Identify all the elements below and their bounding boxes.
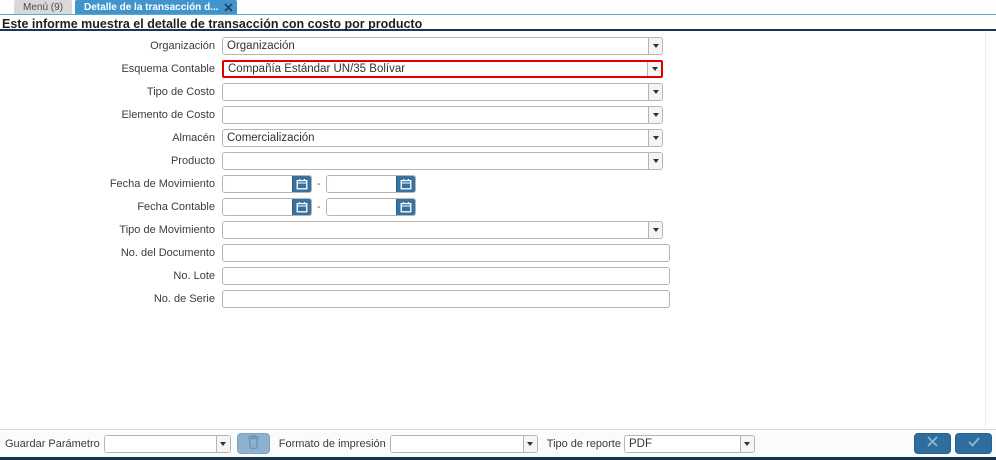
elemento-de-costo-input[interactable] [223, 107, 648, 123]
field-label: Tipo de Movimiento [119, 224, 215, 236]
footer-bar: Guardar Parámetro Formato de impresión T… [0, 429, 996, 460]
report-type-combobox [623, 434, 755, 453]
save-parameter-combobox [103, 434, 231, 453]
print-format-input[interactable] [390, 435, 523, 452]
chevron-down-icon[interactable] [739, 435, 754, 452]
producto-input[interactable] [223, 153, 648, 169]
cancel-button[interactable] [914, 433, 951, 454]
chevron-down-icon[interactable] [647, 62, 661, 76]
field-row-no-lote: No. Lote [0, 267, 996, 285]
fecha-contable-from [222, 198, 312, 216]
esquema-contable-input[interactable] [224, 62, 647, 76]
panel-edge-divider [985, 31, 986, 429]
tab-menu-label: Menú (9) [23, 2, 64, 13]
esquema-contable-combobox [222, 60, 663, 78]
fecha-movimiento-from-input[interactable] [223, 176, 292, 192]
field-row-no-de-serie: No. de Serie [0, 290, 996, 308]
almacen-combobox [222, 129, 663, 147]
producto-combobox [222, 152, 663, 170]
field-label: Almacén [172, 132, 215, 144]
field-row-tipo-de-costo: Tipo de Costo [0, 83, 996, 101]
field-row-esquema-contable: Esquema Contable [0, 60, 996, 78]
fecha-movimiento-range: - [222, 175, 416, 193]
tipo-de-movimiento-combobox [222, 221, 663, 239]
organizacion-input[interactable] [223, 38, 648, 54]
print-format-combobox [389, 434, 538, 453]
tab-menu[interactable]: Menú (9) [14, 0, 73, 14]
chevron-down-icon[interactable] [648, 84, 662, 100]
chevron-down-icon[interactable] [522, 435, 537, 452]
chevron-down-icon[interactable] [648, 153, 662, 169]
field-row-no-del-documento: No. del Documento [0, 244, 996, 262]
fecha-movimiento-from [222, 175, 312, 193]
calendar-icon[interactable] [395, 199, 415, 215]
chevron-down-icon[interactable] [648, 38, 662, 54]
field-label: Esquema Contable [121, 63, 215, 75]
field-label: No. del Documento [120, 247, 215, 259]
tab-transaction-detail-label: Detalle de la transacción d... [84, 2, 219, 13]
field-row-fecha-de-movimiento: Fecha de Movimiento - [0, 175, 996, 193]
delete-parameter-button[interactable] [236, 433, 270, 454]
calendar-icon[interactable] [292, 199, 311, 215]
fecha-contable-from-input[interactable] [223, 199, 292, 215]
report-type-label: Tipo de reporte [546, 437, 621, 450]
calendar-icon[interactable] [395, 176, 415, 192]
fecha-contable-range: - [222, 198, 416, 216]
chevron-down-icon[interactable] [215, 435, 230, 452]
almacen-input[interactable] [223, 130, 648, 146]
page-description: Este informe muestra el detalle de trans… [2, 17, 423, 31]
field-label: No. Lote [173, 270, 215, 282]
calendar-icon[interactable] [292, 176, 311, 192]
chevron-down-icon[interactable] [648, 222, 662, 238]
field-row-producto: Producto [0, 152, 996, 170]
x-icon [926, 435, 939, 453]
field-label: Fecha de Movimiento [109, 178, 215, 190]
date-range-separator: - [317, 201, 321, 213]
field-row-almacen: Almacén [0, 129, 996, 147]
check-icon [967, 435, 981, 453]
tipo-de-movimiento-input[interactable] [223, 222, 648, 238]
title-bar: Este informe muestra el detalle de trans… [0, 15, 996, 31]
field-row-elemento-de-costo: Elemento de Costo [0, 106, 996, 124]
no-del-documento-input[interactable] [222, 244, 670, 262]
date-range-separator: - [317, 178, 321, 190]
fecha-contable-to [325, 198, 416, 216]
save-parameter-label: Guardar Parámetro [5, 437, 100, 450]
parameter-form: Organización Esquema Contable Tipo de Co… [0, 31, 996, 313]
organizacion-combobox [222, 37, 663, 55]
fecha-movimiento-to-input[interactable] [326, 176, 396, 192]
report-type-input[interactable] [624, 435, 740, 452]
print-format-label: Formato de impresión [278, 437, 386, 450]
field-row-fecha-contable: Fecha Contable - [0, 198, 996, 216]
confirm-button[interactable] [955, 433, 992, 454]
save-parameter-input[interactable] [104, 435, 216, 452]
field-label: No. de Serie [153, 293, 215, 305]
trash-icon [247, 434, 260, 454]
tipo-de-costo-combobox [222, 83, 663, 101]
report-parameter-window: Menú (9) Detalle de la transacción d... … [0, 0, 996, 460]
tipo-de-costo-input[interactable] [223, 84, 648, 100]
field-label: Fecha Contable [137, 201, 215, 213]
footer-actions [910, 433, 992, 454]
no-lote-input[interactable] [222, 267, 670, 285]
field-label: Producto [170, 155, 215, 167]
close-icon[interactable] [223, 3, 233, 12]
field-label: Tipo de Costo [146, 86, 215, 98]
field-label: Elemento de Costo [121, 109, 215, 121]
no-de-serie-input[interactable] [222, 290, 670, 308]
field-label: Organización [150, 40, 215, 52]
fecha-movimiento-to [325, 175, 416, 193]
field-row-tipo-de-movimiento: Tipo de Movimiento [0, 221, 996, 239]
fecha-contable-to-input[interactable] [326, 199, 396, 215]
tab-bar: Menú (9) Detalle de la transacción d... [0, 0, 996, 15]
tab-transaction-detail[interactable]: Detalle de la transacción d... [75, 0, 237, 14]
field-row-organizacion: Organización [0, 37, 996, 55]
chevron-down-icon[interactable] [648, 130, 662, 146]
elemento-de-costo-combobox [222, 106, 663, 124]
chevron-down-icon[interactable] [648, 107, 662, 123]
